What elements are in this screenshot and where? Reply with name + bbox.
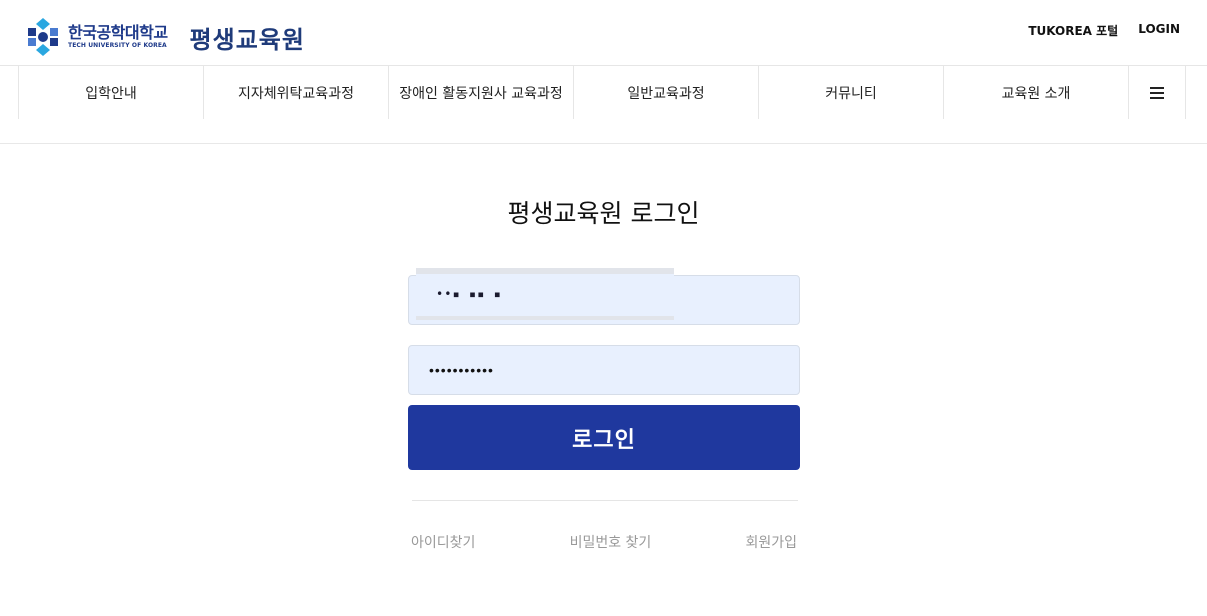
hamburger-icon (1150, 86, 1164, 99)
find-id-link[interactable]: 아이디찾기 (411, 532, 475, 552)
nav-item-admission[interactable]: 입학안내 (18, 66, 203, 119)
portal-link[interactable]: TUKOREA 포털 (1028, 22, 1118, 39)
home-logo[interactable]: 한국공학대학교 TECH UNIVERSITY OF KOREA 평생교육원 (24, 16, 305, 58)
password-field-box (408, 345, 800, 395)
main-nav: 입학안내 지자체위탁교육과정 장애인 활동지원사 교육과정 일반교육과정 커뮤니… (18, 66, 1190, 119)
nav-item-local-gov-course[interactable]: 지자체위탁교육과정 (203, 66, 388, 119)
user-id-value: ••▪ ▪▪ ▪ (436, 287, 502, 301)
logo-text: 한국공학대학교 TECH UNIVERSITY OF KOREA (68, 24, 168, 50)
nav-item-disability-support-course[interactable]: 장애인 활동지원사 교육과정 (388, 66, 573, 119)
site-header: 한국공학대학교 TECH UNIVERSITY OF KOREA 평생교육원 T… (0, 0, 1207, 66)
nav-item-about[interactable]: 교육원 소개 (943, 66, 1128, 119)
logo-korean-name: 한국공학대학교 (68, 23, 168, 42)
nav-item-general-course[interactable]: 일반교육과정 (573, 66, 758, 119)
find-password-link[interactable]: 비밀번호 찾기 (570, 532, 652, 552)
university-logo-icon (28, 18, 58, 56)
logo-english-name: TECH UNIVERSITY OF KOREA (68, 42, 167, 49)
login-separator (412, 500, 798, 501)
logo-subtitle: 평생교육원 (189, 25, 305, 54)
menu-button[interactable] (1128, 66, 1186, 119)
utility-links: TUKOREA 포털 LOGIN (1028, 22, 1180, 39)
autofill-overlay[interactable]: ••▪ ▪▪ ▪ (416, 268, 674, 320)
nav-item-community[interactable]: 커뮤니티 (758, 66, 943, 119)
header-divider (0, 143, 1207, 144)
account-links: 아이디찾기 비밀번호 찾기 회원가입 (411, 532, 797, 552)
sign-up-link[interactable]: 회원가입 (745, 532, 797, 552)
login-button[interactable]: 로그인 (408, 405, 800, 470)
login-link[interactable]: LOGIN (1138, 22, 1180, 39)
page-title: 평생교육원 로그인 (507, 199, 700, 228)
password-field[interactable] (409, 346, 799, 394)
